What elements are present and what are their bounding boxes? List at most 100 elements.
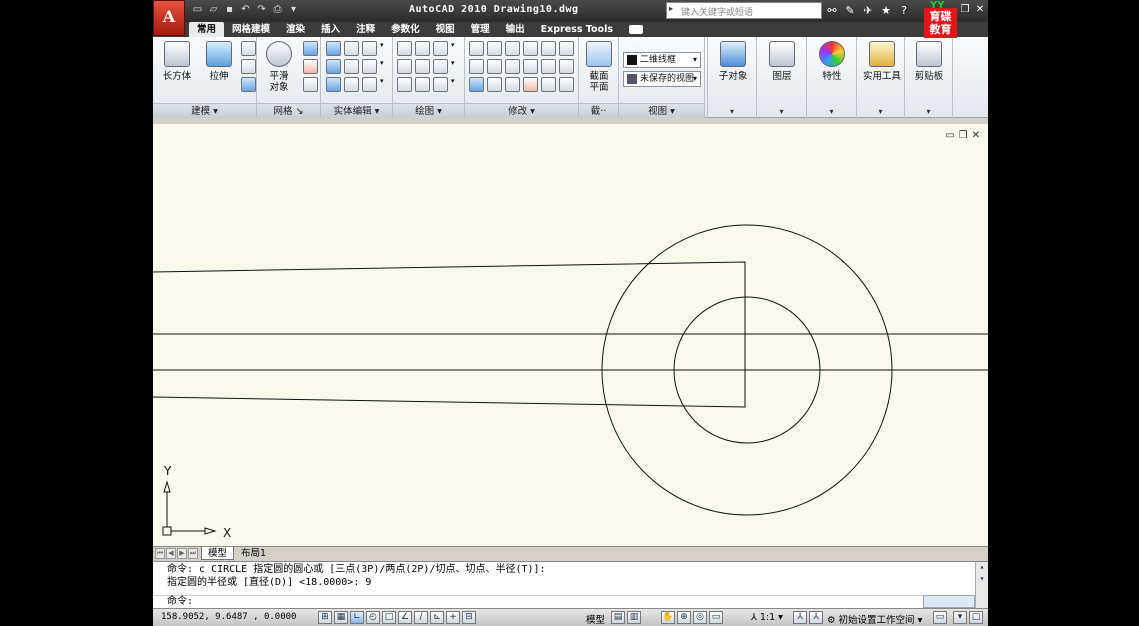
tab-output[interactable]: 输出 bbox=[498, 22, 533, 37]
offset-icon[interactable] bbox=[541, 77, 556, 92]
chamfer-icon[interactable] bbox=[559, 59, 574, 74]
restore-icon[interactable]: ❐ bbox=[959, 3, 971, 17]
ellipse-icon[interactable] bbox=[433, 77, 448, 92]
restore-icon[interactable]: ❐ bbox=[959, 130, 968, 141]
trim-icon[interactable] bbox=[541, 41, 556, 56]
presspull-icon[interactable] bbox=[241, 41, 256, 56]
extract-edges-icon[interactable] bbox=[344, 41, 359, 56]
join-icon[interactable] bbox=[559, 77, 574, 92]
ribbon-minimize-icon[interactable] bbox=[629, 25, 643, 34]
rectangle-icon[interactable] bbox=[415, 77, 430, 92]
3d-object-snap-icon[interactable]: ∠ bbox=[398, 611, 412, 624]
sweep-icon[interactable] bbox=[241, 77, 256, 92]
polysolid-icon[interactable] bbox=[241, 59, 256, 74]
3d-array-icon[interactable] bbox=[469, 77, 484, 92]
status-menu-icon[interactable]: ▾ bbox=[953, 611, 967, 624]
smooth-less-icon[interactable] bbox=[303, 59, 318, 74]
annotation-visibility-icon[interactable]: ⅄ bbox=[793, 611, 807, 624]
union-icon[interactable] bbox=[326, 41, 341, 56]
rotate-3d-icon[interactable] bbox=[505, 59, 520, 74]
polygon-icon[interactable] bbox=[415, 41, 430, 56]
next-tab-icon[interactable]: ▶ bbox=[177, 548, 187, 559]
explode-icon[interactable] bbox=[523, 59, 538, 74]
save-icon[interactable]: ▪ bbox=[223, 3, 236, 17]
dropdown-icon[interactable]: ▾ bbox=[380, 77, 388, 92]
new-icon[interactable]: ▭ bbox=[191, 3, 204, 17]
panel-title-section[interactable]: 截·· bbox=[579, 103, 618, 118]
close-icon[interactable]: ✕ bbox=[972, 130, 980, 141]
section-plane-button[interactable]: 截面 平面 bbox=[581, 41, 617, 93]
tab-model[interactable]: 模型 bbox=[201, 547, 235, 560]
panel-layers[interactable]: 图层 ▾ bbox=[757, 37, 807, 118]
panel-title-mesh[interactable]: 网格 ↘ bbox=[257, 103, 320, 118]
search-input[interactable]: 键入关键字或短语 bbox=[666, 2, 822, 19]
layout-icon-2[interactable]: ▥ bbox=[627, 611, 641, 624]
copy-icon[interactable] bbox=[523, 41, 538, 56]
smooth-more-icon[interactable] bbox=[303, 41, 318, 56]
scroll-down-icon[interactable]: ▾ bbox=[976, 574, 988, 583]
auto-scale-icon[interactable]: ⅄ bbox=[809, 611, 823, 624]
ducs-icon[interactable]: ⊾ bbox=[430, 611, 444, 624]
toolbar-lock-icon[interactable]: ▭ bbox=[933, 611, 947, 624]
separate-icon[interactable] bbox=[362, 41, 377, 56]
annotation-scale[interactable]: ⅄ 1:1 ▾ bbox=[751, 612, 783, 623]
search-expand-icon[interactable]: ▸ bbox=[669, 4, 673, 13]
extrude-button[interactable]: 拉伸 bbox=[201, 41, 237, 82]
prev-tab-icon[interactable]: ◀ bbox=[166, 548, 176, 559]
arc-icon[interactable] bbox=[433, 41, 448, 56]
object-snap-icon[interactable]: □ bbox=[382, 611, 396, 624]
drawing-canvas[interactable]: Y X ▭ ❐ ✕ bbox=[153, 124, 988, 546]
spline-icon[interactable] bbox=[397, 59, 412, 74]
undo-icon[interactable]: ↶ bbox=[239, 3, 252, 17]
color-faces-icon[interactable] bbox=[362, 59, 377, 74]
tab-manage[interactable]: 管理 bbox=[463, 22, 498, 37]
move-icon[interactable] bbox=[505, 41, 520, 56]
model-space[interactable]: Y X bbox=[153, 124, 988, 546]
line-icon[interactable] bbox=[415, 59, 430, 74]
last-tab-icon[interactable]: ⏭ bbox=[188, 548, 198, 559]
tab-annotate[interactable]: 注释 bbox=[348, 22, 383, 37]
open-icon[interactable]: ▱ bbox=[207, 3, 220, 17]
application-menu-button[interactable]: A bbox=[153, 0, 185, 36]
tab-insert[interactable]: 插入 bbox=[313, 22, 348, 37]
panel-title-solid-editing[interactable]: 实体编辑 ▾ bbox=[321, 103, 392, 118]
refine-mesh-icon[interactable] bbox=[303, 77, 318, 92]
circle-icon[interactable] bbox=[433, 59, 448, 74]
model-space-toggle[interactable]: 模型 bbox=[586, 612, 605, 626]
tab-express-tools[interactable]: Express Tools bbox=[533, 22, 621, 37]
favorites-icon[interactable]: ★ bbox=[879, 3, 893, 18]
otrack-icon[interactable]: ∕ bbox=[414, 611, 428, 624]
panel-clipboard[interactable]: 剪贴板 ▾ bbox=[905, 37, 953, 118]
align-icon[interactable] bbox=[505, 77, 520, 92]
lineweight-icon[interactable]: ⊟ bbox=[462, 611, 476, 624]
tab-render[interactable]: 渲染 bbox=[278, 22, 313, 37]
shell-icon[interactable] bbox=[362, 77, 377, 92]
fillet-icon[interactable] bbox=[541, 59, 556, 74]
scroll-up-icon[interactable]: ▴ bbox=[976, 562, 988, 571]
help-icon[interactable]: ? bbox=[897, 3, 911, 18]
clean-screen-icon[interactable]: □ bbox=[969, 611, 983, 624]
panel-title-modify[interactable]: 修改 ▾ bbox=[465, 103, 578, 118]
ortho-mode-icon[interactable]: ∟ bbox=[350, 611, 364, 624]
erase-icon[interactable] bbox=[523, 77, 538, 92]
imprint-icon[interactable] bbox=[344, 59, 359, 74]
command-hscrollbar[interactable] bbox=[923, 595, 975, 608]
subscription-icon[interactable]: ✎ bbox=[843, 3, 857, 18]
mirror-icon[interactable] bbox=[487, 77, 502, 92]
panel-title-view[interactable]: 视图 ▾ bbox=[619, 103, 704, 118]
tab-layout1[interactable]: 布局1 bbox=[235, 547, 272, 560]
polar-tracking-icon[interactable]: ◴ bbox=[366, 611, 380, 624]
panel-properties[interactable]: 特性 ▾ bbox=[807, 37, 857, 118]
smooth-object-button[interactable]: 平滑 对象 bbox=[261, 41, 297, 93]
box-button[interactable]: 长方体 bbox=[159, 41, 195, 82]
rotate-icon[interactable] bbox=[487, 41, 502, 56]
showmotion-icon[interactable]: ▭ bbox=[709, 611, 723, 624]
dropdown-icon[interactable]: ▾ bbox=[380, 41, 388, 56]
panel-title-draw[interactable]: 绘图 ▾ bbox=[393, 103, 464, 118]
scale-icon[interactable] bbox=[487, 59, 502, 74]
visual-style-dropdown[interactable]: 二维线框 ▾ bbox=[623, 52, 701, 68]
coordinate-readout[interactable]: 158.9052, 9.6487 , 0.0000 bbox=[161, 612, 296, 622]
dropdown-icon[interactable]: ▾ bbox=[451, 77, 459, 92]
close-icon[interactable]: ✕ bbox=[974, 3, 986, 17]
stretch-icon[interactable] bbox=[469, 59, 484, 74]
